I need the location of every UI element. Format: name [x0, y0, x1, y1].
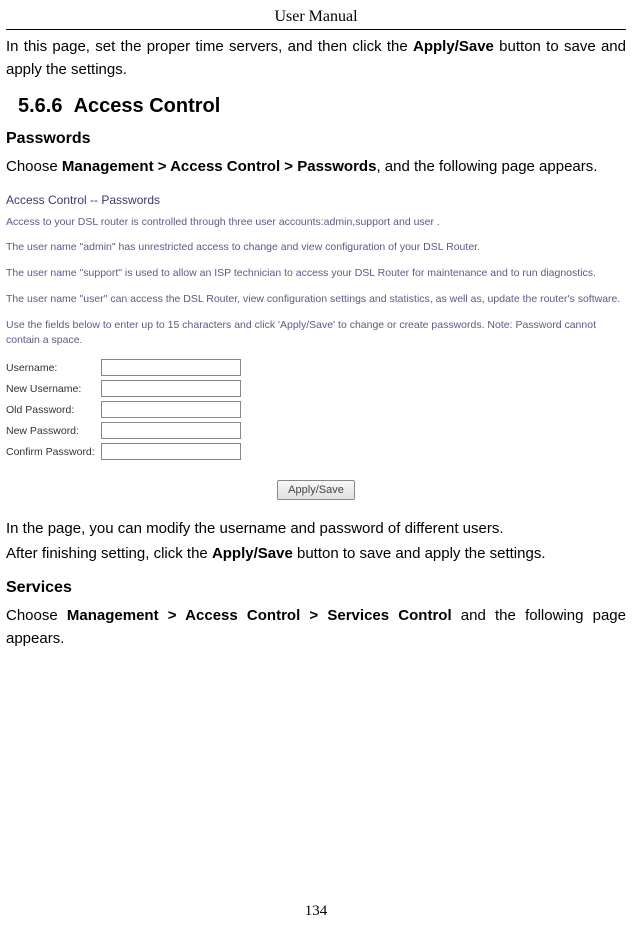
services-intro: Choose Management > Access Control > Ser… — [6, 605, 626, 650]
form-row-confirm-password: Confirm Password: — [6, 443, 626, 460]
apply-button-wrap: Apply/Save — [6, 480, 626, 500]
intro-paragraph: In this page, set the proper time server… — [6, 36, 626, 81]
form-row-old-password: Old Password: — [6, 401, 626, 418]
apply-save-button[interactable]: Apply/Save — [277, 480, 355, 500]
passwords-after1: In the page, you can modify the username… — [6, 518, 626, 541]
sc-p5: Use the fields below to enter up to 15 c… — [6, 318, 626, 350]
passwords-intro-suffix: , and the following page appears. — [376, 158, 597, 175]
after2-suffix: button to save and apply the settings. — [293, 545, 546, 562]
sc-title: Access Control -- Passwords — [6, 193, 626, 207]
passwords-screenshot: Access Control -- Passwords Access to yo… — [6, 193, 626, 501]
form-row-new-username: New Username: — [6, 380, 626, 397]
passwords-heading: Passwords — [6, 130, 626, 148]
input-confirm-password[interactable] — [101, 443, 241, 460]
label-old-password: Old Password: — [6, 404, 101, 416]
after2-prefix: After finishing setting, click the — [6, 545, 212, 562]
section-heading: 5.6.6 Access Control — [18, 95, 626, 118]
input-new-password[interactable] — [101, 422, 241, 439]
section-title: Access Control — [74, 95, 221, 117]
intro-prefix: In this page, set the proper time server… — [6, 38, 413, 55]
label-confirm-password: Confirm Password: — [6, 446, 101, 458]
sc-p3: The user name "support" is used to allow… — [6, 266, 626, 282]
services-intro-bold: Management > Access Control > Services C… — [67, 607, 452, 624]
page-header: User Manual — [6, 8, 626, 30]
passwords-intro-prefix: Choose — [6, 158, 62, 175]
passwords-after2: After finishing setting, click the Apply… — [6, 543, 626, 566]
sc-p2: The user name "admin" has unrestricted a… — [6, 240, 626, 256]
input-old-password[interactable] — [101, 401, 241, 418]
after2-bold: Apply/Save — [212, 545, 293, 562]
services-intro-prefix: Choose — [6, 607, 67, 624]
services-heading: Services — [6, 579, 626, 597]
form-row-username: Username: — [6, 359, 626, 376]
page-number: 134 — [0, 903, 632, 920]
form-row-new-password: New Password: — [6, 422, 626, 439]
sc-p1: Access to your DSL router is controlled … — [6, 215, 626, 231]
passwords-intro: Choose Management > Access Control > Pas… — [6, 156, 626, 179]
passwords-intro-bold: Management > Access Control > Passwords — [62, 158, 377, 175]
input-username[interactable] — [101, 359, 241, 376]
label-new-username: New Username: — [6, 383, 101, 395]
input-new-username[interactable] — [101, 380, 241, 397]
label-new-password: New Password: — [6, 425, 101, 437]
label-username: Username: — [6, 362, 101, 374]
section-number: 5.6.6 — [18, 95, 62, 117]
intro-bold: Apply/Save — [413, 38, 494, 55]
form-area: Username: New Username: Old Password: Ne… — [6, 359, 626, 460]
sc-p4: The user name "user" can access the DSL … — [6, 292, 626, 308]
